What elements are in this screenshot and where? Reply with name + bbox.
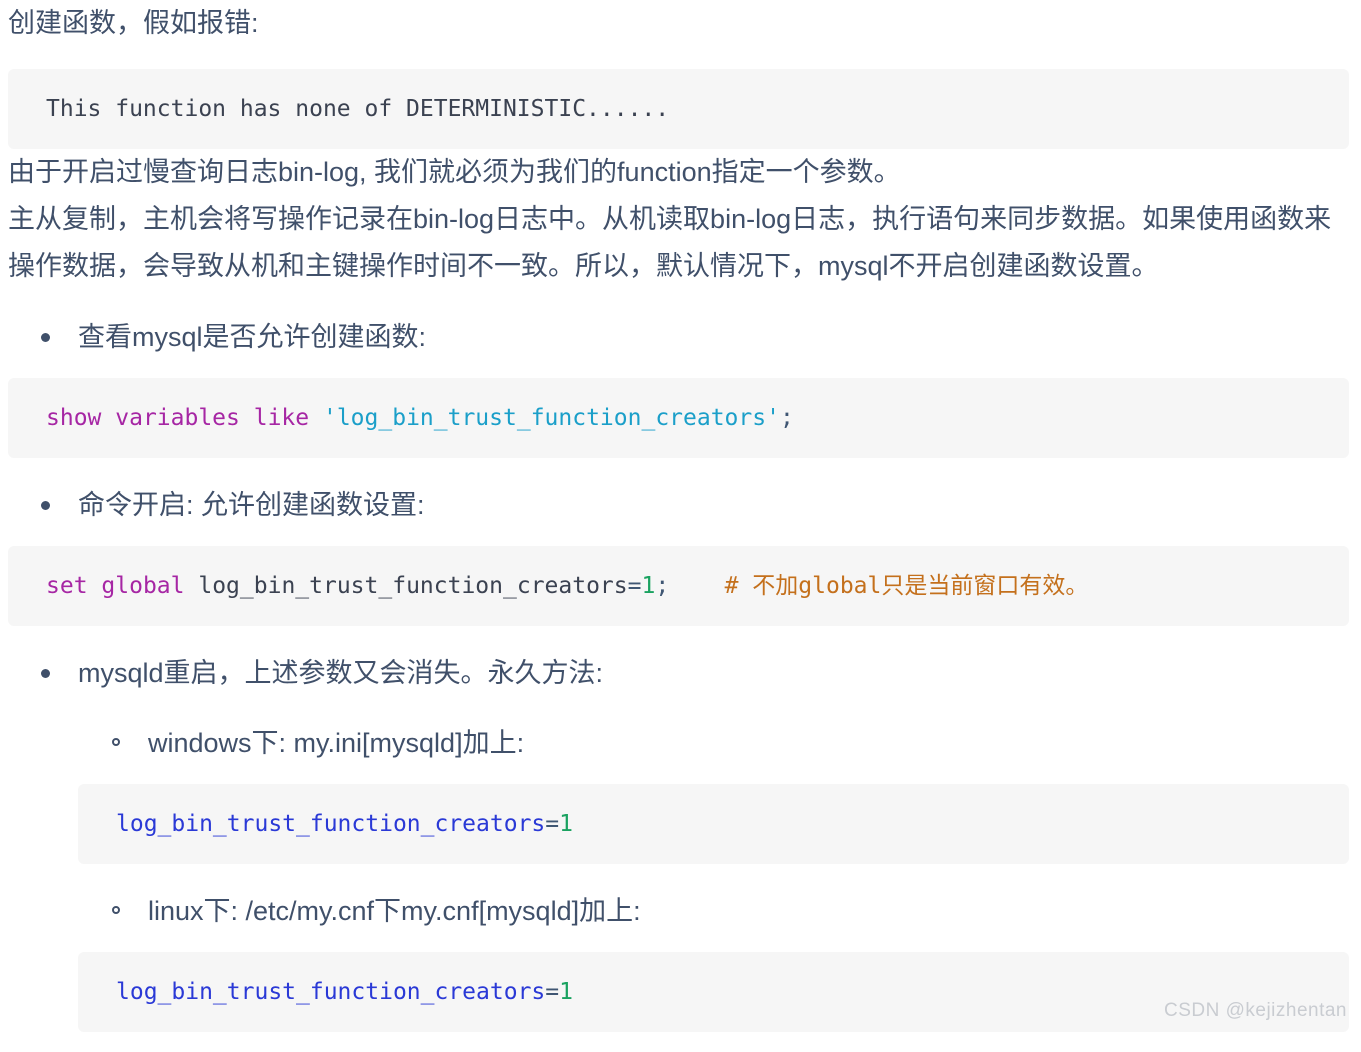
windows-ini-block-wrapper: log_bin_trust_function_creators=1 — [0, 784, 1361, 864]
sql-spacer — [669, 573, 724, 599]
ini-value: 1 — [559, 811, 573, 837]
sql-comment: # 不加global只是当前窗口有效。 — [724, 573, 1089, 599]
list-item-label: mysqld重启，上述参数又会消失。永久方法: — [78, 658, 604, 688]
sql-keyword-like: like — [253, 405, 310, 431]
csdn-watermark: CSDN @kejizhentan — [1163, 1000, 1347, 1021]
sql-identifier: log_bin_trust_function_creators — [198, 573, 628, 599]
sql-semicolon: ; — [655, 573, 670, 599]
ini-operator: = — [545, 811, 560, 837]
sql-number: 1 — [641, 573, 656, 599]
ini-key: log_bin_trust_function_creators — [116, 979, 546, 1005]
list-item-enable-command: 命令开启: 允许创建函数设置: — [0, 482, 1361, 528]
ini-value: 1 — [559, 979, 573, 1005]
ini-key: log_bin_trust_function_creators — [116, 811, 546, 837]
instruction-list-3: mysqld重启，上述参数又会消失。永久方法: windows下: my.ini… — [0, 650, 1361, 766]
sub-list-item-label: linux下: /etc/my.cnf下my.cnf[mysqld]加上: — [148, 896, 641, 926]
show-variables-code-block: show variables like 'log_bin_trust_funct… — [8, 378, 1349, 458]
sql-keyword-global: global — [101, 573, 185, 599]
sql-string-literal: 'log_bin_trust_function_creators' — [322, 405, 780, 431]
sub-list-item-label: windows下: my.ini[mysqld]加上: — [148, 728, 525, 758]
list-item-check-function: 查看mysql是否允许创建函数: — [0, 314, 1361, 360]
instruction-list-4: linux下: /etc/my.cnf下my.cnf[mysqld]加上: — [0, 888, 1361, 934]
ini-operator: = — [545, 979, 560, 1005]
sql-keyword-set: set — [46, 573, 88, 599]
list-item-mysqld-restart: mysqld重启，上述参数又会消失。永久方法: — [0, 650, 1361, 696]
instruction-list-2: 命令开启: 允许创建函数设置: — [0, 482, 1361, 528]
set-global-block-wrapper: set global log_bin_trust_function_creato… — [0, 546, 1361, 626]
linux-cnf-block-wrapper: log_bin_trust_function_creators=1 — [0, 952, 1361, 1032]
linux-cnf-code-block: log_bin_trust_function_creators=1 — [78, 952, 1349, 1032]
paragraph-replication: 主从复制，主机会将写操作记录在bin-log日志中。从机读取bin-log日志，… — [8, 204, 1332, 281]
sql-keyword-variables: variables — [115, 405, 240, 431]
set-global-code-block: set global log_bin_trust_function_creato… — [8, 546, 1349, 626]
sql-keyword-show: show — [46, 405, 102, 431]
error-code-block: This function has none of DETERMINISTIC.… — [8, 69, 1349, 149]
intro-title: 创建函数，假如报错: — [8, 8, 259, 38]
error-code-text: This function has none of DETERMINISTIC.… — [46, 96, 670, 122]
sub-list-item-linux: linux下: /etc/my.cnf下my.cnf[mysqld]加上: — [0, 888, 1361, 934]
article-page: 创建函数，假如报错: This function has none of DET… — [0, 0, 1361, 1032]
error-code-block-wrapper: This function has none of DETERMINISTIC.… — [0, 69, 1361, 149]
sql-operator: = — [627, 573, 642, 599]
windows-ini-code-block: log_bin_trust_function_creators=1 — [78, 784, 1349, 864]
paragraph-bin-log: 由于开启过慢查询日志bin-log, 我们就必须为我们的function指定一个… — [8, 157, 901, 187]
list-item-label: 命令开启: 允许创建函数设置: — [78, 490, 425, 520]
list-item-label: 查看mysql是否允许创建函数: — [78, 322, 427, 352]
sql-semicolon: ; — [779, 405, 794, 431]
sub-list-item-windows: windows下: my.ini[mysqld]加上: — [0, 720, 1361, 766]
show-variables-block-wrapper: show variables like 'log_bin_trust_funct… — [0, 378, 1361, 458]
instruction-list: 查看mysql是否允许创建函数: — [0, 314, 1361, 360]
